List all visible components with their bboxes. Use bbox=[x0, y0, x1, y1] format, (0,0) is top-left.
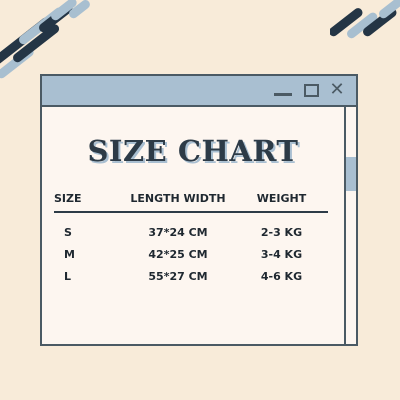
row-size: M bbox=[64, 248, 75, 261]
row-weight: 2-3 KG bbox=[260, 226, 303, 239]
maximize-icon[interactable] bbox=[304, 84, 319, 97]
row-length-width: 55*27 CM bbox=[148, 270, 208, 283]
page-title: SIZE CHART bbox=[87, 134, 299, 168]
size-chart-window: ✕ SIZE CHART SIZE LENGTH WIDTH WEIGHT S … bbox=[40, 74, 358, 346]
row-length-width: 42*25 CM bbox=[148, 248, 208, 261]
header-divider bbox=[54, 211, 328, 213]
decorative-stripes-top-left bbox=[0, 0, 100, 80]
scrollbar-thumb[interactable] bbox=[346, 157, 356, 191]
window-title-bar: ✕ bbox=[42, 76, 356, 107]
row-length-width: 37*24 CM bbox=[148, 226, 208, 239]
minimize-icon[interactable] bbox=[274, 82, 292, 98]
decorative-stripes-top-right bbox=[330, 0, 400, 40]
row-size: S bbox=[64, 226, 72, 239]
row-weight: 4-6 KG bbox=[260, 270, 303, 283]
header-size: SIZE bbox=[54, 192, 82, 205]
scrollbar[interactable] bbox=[344, 107, 356, 344]
header-length-width: LENGTH WIDTH bbox=[130, 192, 226, 205]
close-icon[interactable]: ✕ bbox=[328, 81, 346, 99]
header-weight: WEIGHT bbox=[256, 192, 307, 205]
row-weight: 3-4 KG bbox=[260, 248, 303, 261]
row-size: L bbox=[64, 270, 72, 283]
